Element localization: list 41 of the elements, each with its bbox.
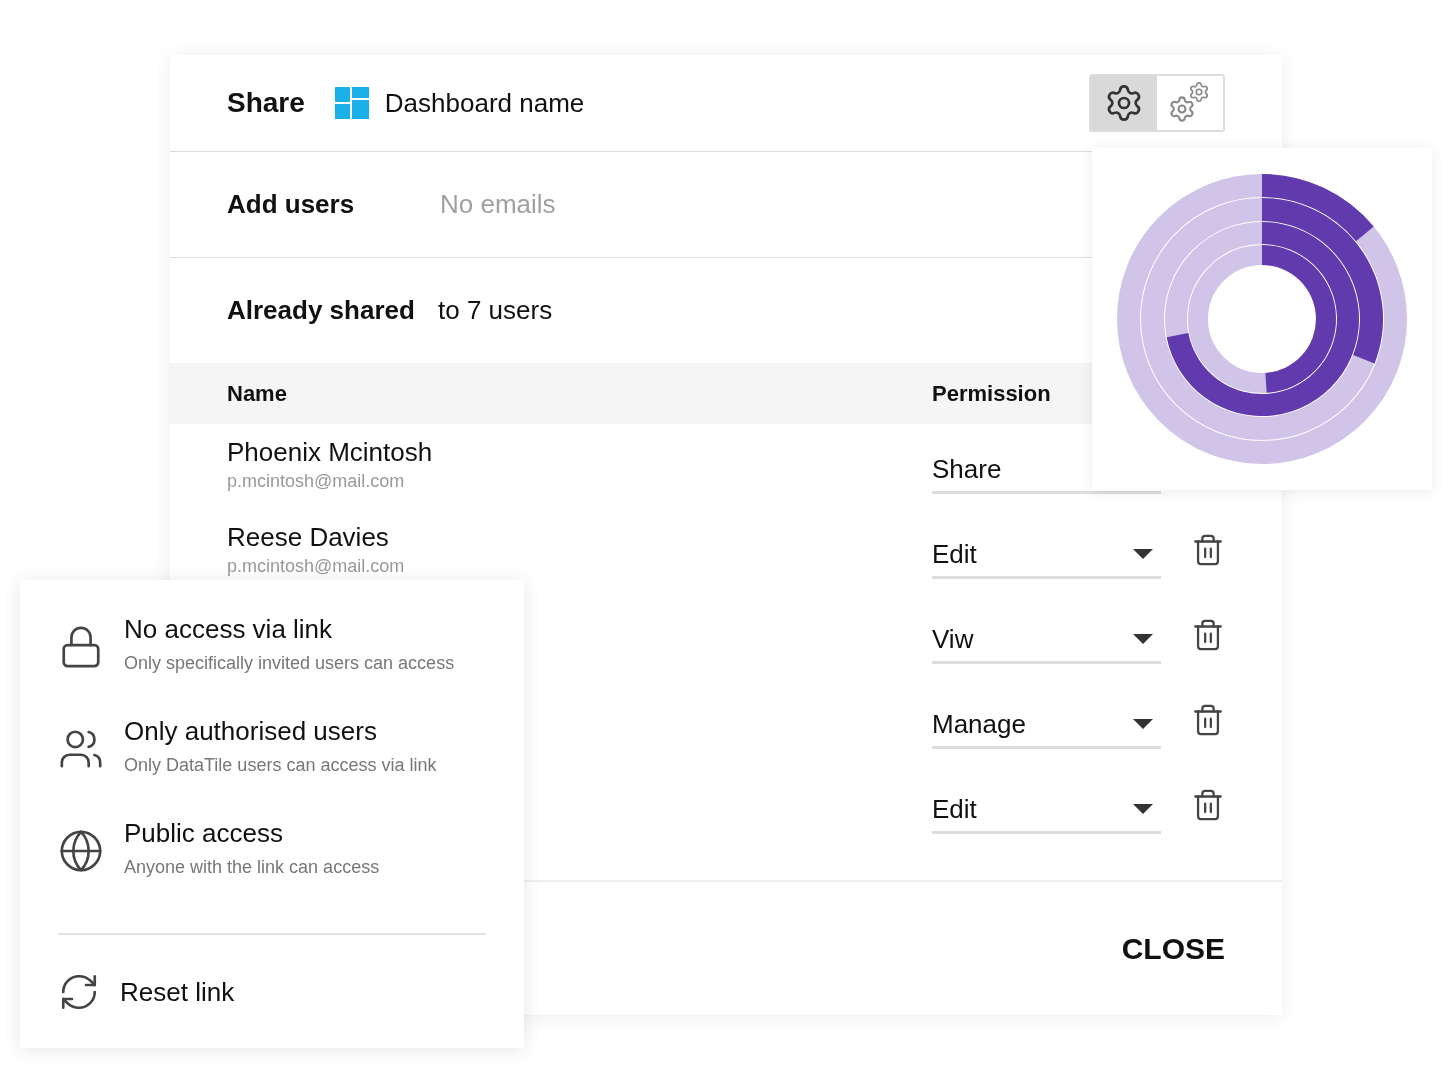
option-title: No access via link xyxy=(124,614,334,645)
delete-button[interactable] xyxy=(1191,702,1225,737)
user-email: p.mcintosh@mail.com xyxy=(227,471,406,492)
option-description: Anyone with the link can access xyxy=(124,857,380,878)
permission-select[interactable]: Manage xyxy=(932,690,1161,749)
trash-icon xyxy=(1191,532,1225,567)
delete-button[interactable] xyxy=(1191,787,1225,822)
user-email: p.mcintosh@mail.com xyxy=(227,556,406,577)
menu-option[interactable]: No access via link Only specifically invited users can access xyxy=(58,614,486,716)
trash-icon xyxy=(1191,702,1225,737)
menu-option[interactable]: Only authorised users Only DataTile users can access via link xyxy=(58,716,486,818)
already-shared-label: Already shared xyxy=(227,295,416,326)
column-header: Permission xyxy=(932,380,1051,407)
delete-button[interactable] xyxy=(1191,617,1225,652)
add-users-label: Add users xyxy=(227,189,356,220)
option-title: Public access xyxy=(124,818,284,849)
caret-icon xyxy=(1133,549,1153,559)
globe-icon xyxy=(58,828,104,874)
option-title: Only authorised users xyxy=(124,716,378,747)
permission-select[interactable]: Edit xyxy=(932,520,1161,579)
menu-option[interactable]: Public access Anyone with the link can access xyxy=(58,818,486,920)
view-toggle-button[interactable] xyxy=(1091,76,1157,130)
shared-count: to 7 users xyxy=(438,295,553,326)
dialog-title: Share xyxy=(227,87,305,119)
close-button[interactable]: CLOSE xyxy=(1121,927,1225,970)
option-description: Only DataTile users can access via link xyxy=(124,755,437,776)
caret-icon xyxy=(1133,804,1153,814)
user-name: Phoenix Mcintosh xyxy=(227,437,434,468)
trash-icon xyxy=(1191,787,1225,822)
reset-link-item[interactable]: Reset link xyxy=(58,971,486,1013)
trash-icon xyxy=(1191,617,1225,652)
user-name: Reese Davies xyxy=(227,522,390,553)
dashboard-logo-icon xyxy=(334,87,369,119)
caret-icon xyxy=(1133,719,1153,729)
permission-select[interactable]: Viw xyxy=(932,605,1161,664)
option-description: Only specifically invited users can access xyxy=(124,653,455,674)
column-header: Name xyxy=(227,380,288,407)
delete-button[interactable] xyxy=(1191,532,1225,567)
caret-icon xyxy=(1133,634,1153,644)
permission-select[interactable]: Edit xyxy=(932,775,1161,834)
dashboard-name: Dashboard name xyxy=(384,87,585,119)
